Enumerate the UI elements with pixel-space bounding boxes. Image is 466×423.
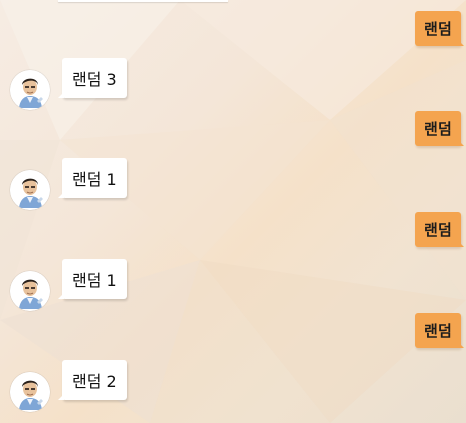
sent-message: 랜덤 — [414, 212, 465, 247]
sent-message: 랜덤 — [414, 313, 465, 348]
received-message: 랜덤 2 — [58, 360, 127, 400]
user-avatar-icon[interactable] — [10, 372, 50, 412]
received-message: 랜덤 3 — [58, 58, 127, 98]
user-avatar-icon[interactable] — [10, 271, 50, 311]
previous-message-bubble — [58, 0, 228, 2]
chat-area: 랜덤 랜덤 랜덤 랜덤 랜덤 3 랜덤 1 랜덤 1 랜덤 2 — [0, 0, 466, 423]
sent-message: 랜덤 — [414, 111, 465, 146]
received-message: 랜덤 1 — [58, 158, 127, 198]
user-avatar-icon[interactable] — [10, 70, 50, 110]
sent-message: 랜덤 — [414, 11, 465, 46]
user-avatar-icon[interactable] — [10, 170, 50, 210]
received-message: 랜덤 1 — [58, 259, 127, 299]
